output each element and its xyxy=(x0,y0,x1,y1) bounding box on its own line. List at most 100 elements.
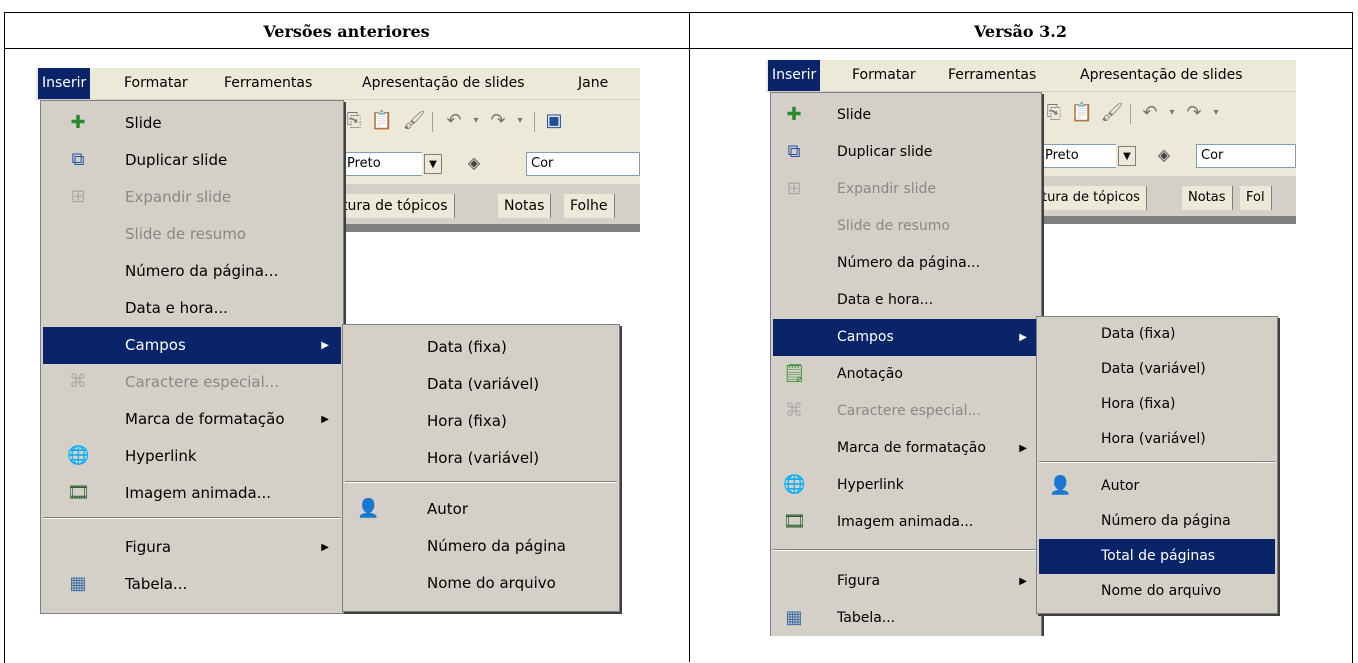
line-color-field[interactable]: Preto xyxy=(1040,144,1116,168)
copy-icon[interactable]: ⎘ xyxy=(342,110,366,132)
area-style-field[interactable]: Cor xyxy=(1196,144,1296,168)
area-fill-icon[interactable]: ◈ xyxy=(1152,144,1176,166)
redo-icon[interactable]: ↷ xyxy=(486,110,510,132)
menu-item-duplicar-slide[interactable]: ⧉ Duplicar slide xyxy=(773,134,1039,171)
paste-icon[interactable]: 📋 xyxy=(1070,102,1094,124)
menu-item-marca-de-formatacao[interactable]: Marca de formatação ▶ xyxy=(43,401,341,438)
menu-item-label: Hora (variável) xyxy=(427,449,540,467)
line-fill-toolbar: Preto ▼ ◈ Cor xyxy=(1036,136,1296,176)
menu-separator xyxy=(345,481,617,483)
redo-dropdown-icon[interactable]: ▾ xyxy=(508,110,532,132)
menu-item-tabela[interactable]: ▦ Tabela... xyxy=(43,566,341,603)
menu-janela[interactable]: Jane xyxy=(574,68,612,99)
submenu-item-autor[interactable]: 👤 Autor xyxy=(1039,469,1275,504)
clone-format-icon[interactable]: 🖌 xyxy=(402,110,426,132)
menu-item-slide-de-resumo[interactable]: Slide de resumo xyxy=(43,216,341,253)
chart-icon[interactable]: ▣ xyxy=(542,110,566,132)
submenu-item-numero-da-pagina[interactable]: Número da página xyxy=(1039,504,1275,539)
menu-formatar[interactable]: Formatar xyxy=(120,68,192,99)
redo-icon[interactable]: ↷ xyxy=(1182,102,1206,124)
menu-item-label: Data (variável) xyxy=(1101,361,1206,377)
menu-item-slide[interactable]: ✚ Slide xyxy=(773,97,1039,134)
menu-item-figura[interactable]: Figura ▶ xyxy=(773,563,1039,600)
menu-item-label: Hora (fixa) xyxy=(1101,396,1176,412)
menu-item-anotacao[interactable]: 🗒 Anotação xyxy=(773,356,1039,393)
submenu-item-hora-fixa[interactable]: Hora (fixa) xyxy=(1039,387,1275,422)
insert-menu: ✚ Slide ⧉ Duplicar slide ⊞ Expandir slid… xyxy=(770,92,1042,636)
submenu-arrow-icon: ▶ xyxy=(1019,332,1027,343)
expand-slide-icon: ⊞ xyxy=(70,186,86,207)
tab-notes[interactable]: Notas xyxy=(1182,186,1233,210)
standard-toolbar: ⎘ 📋 🖌 ↶ ▾ ↷ ▾ ▣ xyxy=(336,100,640,144)
undo-icon[interactable]: ↶ xyxy=(442,110,466,132)
undo-dropdown-icon[interactable]: ▾ xyxy=(464,110,488,132)
submenu-item-numero-da-pagina[interactable]: Número da página xyxy=(345,528,617,565)
submenu-item-total-de-paginas[interactable]: Total de páginas xyxy=(1039,539,1275,574)
duplicate-slide-icon: ⧉ xyxy=(71,149,85,170)
menu-item-expandir-slide[interactable]: ⊞ Expandir slide xyxy=(773,171,1039,208)
menu-item-tabela[interactable]: ▦ Tabela... xyxy=(773,600,1039,636)
submenu-item-data-fixa[interactable]: Data (fixa) xyxy=(1039,317,1275,352)
area-style-field[interactable]: Cor xyxy=(526,152,640,176)
menu-inserir[interactable]: Inserir xyxy=(768,60,821,91)
redo-dropdown-icon[interactable]: ▾ xyxy=(1204,102,1228,124)
tab-notes[interactable]: Notas xyxy=(498,194,552,218)
submenu-item-nome-do-arquivo[interactable]: Nome do arquivo xyxy=(345,565,617,602)
expand-slide-icon: ⊞ xyxy=(786,178,802,199)
tab-outline[interactable]: tura de tópicos xyxy=(1036,186,1147,210)
tab-outline[interactable]: tura de tópicos xyxy=(336,194,455,218)
menu-item-label: Slide de resumo xyxy=(837,218,950,234)
submenu-item-data-fixa[interactable]: Data (fixa) xyxy=(345,329,617,366)
submenu-item-autor[interactable]: 👤 Autor xyxy=(345,491,617,528)
menu-apresentacao[interactable]: Apresentação de slides xyxy=(1076,60,1246,91)
menu-item-slide-de-resumo[interactable]: Slide de resumo xyxy=(773,208,1039,245)
menu-item-label: Total de páginas xyxy=(1101,548,1216,564)
line-color-field[interactable]: Preto xyxy=(342,152,422,176)
menu-item-campos[interactable]: Campos ▶ xyxy=(43,327,341,364)
submenu-item-data-variavel[interactable]: Data (variável) xyxy=(345,366,617,403)
menu-item-hyperlink[interactable]: 🌐 Hyperlink xyxy=(773,467,1039,504)
menu-ferramentas[interactable]: Ferramentas xyxy=(220,68,316,99)
submenu-item-hora-variavel[interactable]: Hora (variável) xyxy=(345,440,617,477)
screenshot-previous-versions: Inserir Formatar Ferramentas Apresentaçã… xyxy=(36,68,640,614)
animated-image-icon: 🎞 xyxy=(67,482,90,503)
table-divider xyxy=(689,12,690,662)
menu-item-figura[interactable]: Figura ▶ xyxy=(43,529,341,566)
menu-item-data-e-hora[interactable]: Data e hora... xyxy=(43,290,341,327)
menu-item-imagem-animada[interactable]: 🎞 Imagem animada... xyxy=(773,504,1039,541)
submenu-item-hora-fixa[interactable]: Hora (fixa) xyxy=(345,403,617,440)
menu-item-marca-de-formatacao[interactable]: Marca de formatação ▶ xyxy=(773,430,1039,467)
undo-dropdown-icon[interactable]: ▾ xyxy=(1160,102,1184,124)
menu-item-hyperlink[interactable]: 🌐 Hyperlink xyxy=(43,438,341,475)
menu-item-duplicar-slide[interactable]: ⧉ Duplicar slide xyxy=(43,142,341,179)
tab-handout[interactable]: Folhe xyxy=(564,194,615,218)
paste-icon[interactable]: 📋 xyxy=(370,110,394,132)
menu-item-label: Número da página... xyxy=(125,262,279,280)
menu-item-numero-da-pagina[interactable]: Número da página... xyxy=(43,253,341,290)
tab-handout[interactable]: Fol xyxy=(1240,186,1272,210)
menu-item-data-e-hora[interactable]: Data e hora... xyxy=(773,282,1039,319)
menu-item-numero-da-pagina[interactable]: Número da página... xyxy=(773,245,1039,282)
table-icon: ▦ xyxy=(785,607,803,628)
submenu-item-nome-do-arquivo[interactable]: Nome do arquivo xyxy=(1039,574,1275,609)
menu-item-caractere-especial[interactable]: ⌘ Caractere especial... xyxy=(43,364,341,401)
menu-item-expandir-slide[interactable]: ⊞ Expandir slide xyxy=(43,179,341,216)
clone-format-icon[interactable]: 🖌 xyxy=(1100,102,1124,124)
menu-item-caractere-especial[interactable]: ⌘ Caractere especial... xyxy=(773,393,1039,430)
menu-apresentacao[interactable]: Apresentação de slides xyxy=(358,68,528,99)
menu-item-slide[interactable]: ✚ Slide xyxy=(43,105,341,142)
menu-item-campos[interactable]: Campos ▶ xyxy=(773,319,1039,356)
area-fill-icon[interactable]: ◈ xyxy=(462,152,486,174)
submenu-item-hora-variavel[interactable]: Hora (variável) xyxy=(1039,422,1275,457)
line-color-dropdown[interactable]: ▼ xyxy=(424,154,442,174)
menu-ferramentas[interactable]: Ferramentas xyxy=(944,60,1040,91)
copy-icon[interactable]: ⎘ xyxy=(1042,102,1066,124)
menu-formatar[interactable]: Formatar xyxy=(848,60,920,91)
menu-item-imagem-animada[interactable]: 🎞 Imagem animada... xyxy=(43,475,341,512)
submenu-item-data-variavel[interactable]: Data (variável) xyxy=(1039,352,1275,387)
line-color-dropdown[interactable]: ▼ xyxy=(1118,146,1136,166)
special-character-icon: ⌘ xyxy=(785,400,803,421)
menu-inserir[interactable]: Inserir xyxy=(38,68,91,99)
undo-icon[interactable]: ↶ xyxy=(1138,102,1162,124)
menu-item-label: Campos xyxy=(125,336,186,354)
